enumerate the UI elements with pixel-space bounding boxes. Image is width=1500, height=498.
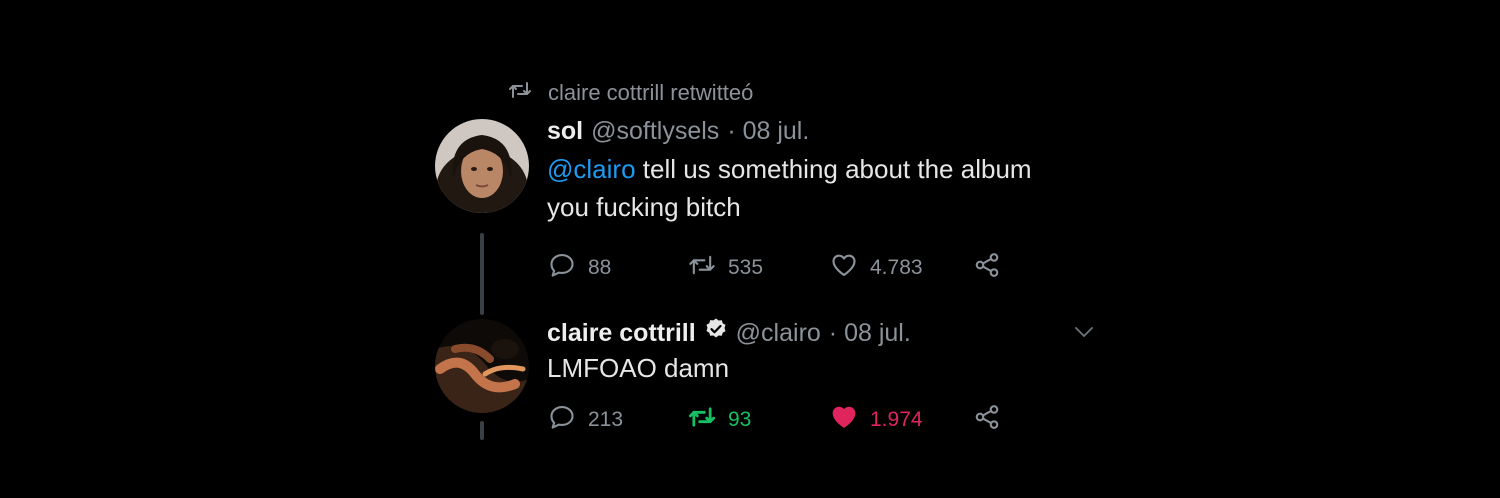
- avatar[interactable]: [435, 319, 529, 413]
- reply-count: 213: [588, 408, 624, 431]
- retweet-icon: [508, 78, 532, 108]
- tweet-text: @clairo tell us something about the albu…: [547, 150, 1032, 226]
- thread-line: [480, 233, 484, 315]
- retweet-count: 93: [728, 408, 752, 431]
- verified-icon: [704, 317, 728, 341]
- tweet-actions: 88 535 4.783: [548, 251, 1001, 285]
- tweet-text-line: you fucking bitch: [547, 192, 741, 222]
- tweet-actions: 213 93 1.974: [548, 403, 1001, 437]
- thread-line: [480, 421, 484, 440]
- share-button[interactable]: [973, 403, 1001, 437]
- like-icon: [830, 403, 858, 437]
- share-icon: [973, 403, 1001, 437]
- like-button[interactable]: 1.974: [830, 403, 973, 437]
- retweet-button[interactable]: 93: [688, 403, 830, 437]
- tweet-text: LMFOAO damn: [547, 353, 730, 383]
- like-button[interactable]: 4.783: [830, 251, 973, 285]
- tweet-header: sol @softlysels · 08 jul.: [547, 117, 809, 146]
- like-icon: [830, 251, 858, 285]
- reply-icon: [548, 403, 576, 437]
- mention-link[interactable]: @clairo: [547, 154, 636, 184]
- chevron-down-icon: [1072, 327, 1096, 348]
- user-handle[interactable]: @clairo: [736, 319, 821, 348]
- tweet-header: claire cottrill @clairo · 08 jul.: [547, 317, 911, 348]
- tweet-date[interactable]: · 08 jul.: [727, 117, 809, 146]
- reply-button[interactable]: 88: [548, 251, 688, 285]
- like-count: 4.783: [870, 256, 923, 279]
- retweet-button[interactable]: 535: [688, 251, 830, 285]
- reply-count: 88: [588, 256, 612, 279]
- display-name[interactable]: claire cottrill: [547, 319, 696, 348]
- retweet-icon: [688, 251, 716, 285]
- share-button[interactable]: [973, 251, 1001, 285]
- avatar[interactable]: [435, 119, 529, 213]
- tweet-date[interactable]: · 08 jul.: [829, 319, 911, 348]
- more-options-button[interactable]: [1072, 320, 1096, 349]
- share-icon: [973, 251, 1001, 285]
- reply-icon: [548, 251, 576, 285]
- retweet-count: 535: [728, 256, 764, 279]
- reply-button[interactable]: 213: [548, 403, 688, 437]
- user-handle[interactable]: @softlysels: [591, 117, 719, 146]
- tweet-text-line: tell us something about the album: [642, 154, 1032, 184]
- like-count: 1.974: [870, 408, 923, 431]
- retweet-icon: [688, 403, 716, 437]
- display-name[interactable]: sol: [547, 117, 583, 146]
- retweet-context-label: claire cottrill retwitteó: [548, 80, 754, 105]
- retweet-context[interactable]: claire cottrill retwitteó: [508, 78, 753, 108]
